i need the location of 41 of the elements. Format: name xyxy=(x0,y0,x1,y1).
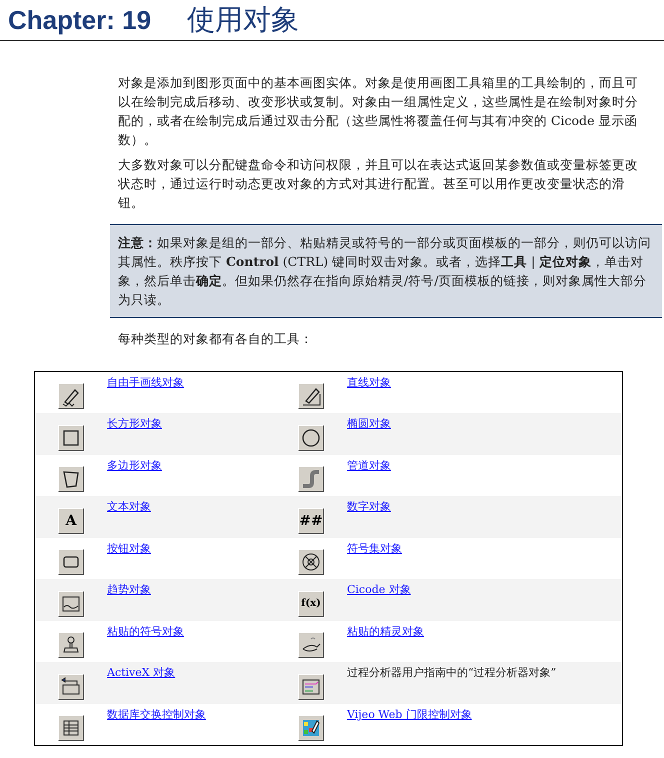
chapter-title: 使用对象 xyxy=(187,4,300,36)
grid-icon xyxy=(58,715,84,742)
pencil-icon xyxy=(58,383,84,410)
tool-link[interactable]: 粘贴的精灵对象 xyxy=(347,620,424,640)
pencil-icon xyxy=(298,383,324,410)
tool-link[interactable]: 管道对象 xyxy=(347,454,391,474)
tool-link[interactable]: 自由手画线对象 xyxy=(107,372,184,392)
tool-link[interactable]: 多边形对象 xyxy=(107,454,162,474)
colorful-grid-icon xyxy=(298,715,324,742)
tool-link[interactable]: 符号集对象 xyxy=(347,538,402,558)
tool-link[interactable]: 数据库交换控制对象 xyxy=(107,704,206,724)
chart-window-icon xyxy=(298,674,324,700)
tool-link[interactable]: 直线对象 xyxy=(347,372,391,392)
polygon-icon xyxy=(58,466,84,492)
tool-link[interactable]: 长方形对象 xyxy=(107,413,162,433)
tool-link[interactable]: 数字对象 xyxy=(347,496,391,516)
body-paragraph: 对象是添加到图形页面中的基本画图实体。对象是使用画图工具箱里的工具绘制的，而且可以在绘制完成后移动、改变形状或复制。对象由一组属性定义，这些属性是在绘制对象时分配的，或者在绘制完成后通过双击分配（这些属性将覆盖任何与其有冲突的 Cicode 显示函数）。 xyxy=(118,74,639,149)
pipe-icon xyxy=(298,466,324,492)
trend-icon xyxy=(58,590,84,617)
tool-text: 过程分析器用户指南中的“过程分析器对象” xyxy=(347,665,556,682)
intro-text: 每种类型的对象都有各自的工具： xyxy=(117,330,314,348)
lamp-icon xyxy=(298,632,324,658)
square-icon xyxy=(58,424,84,451)
tool-link[interactable]: Vijeo Web 门限控制对象 xyxy=(347,704,472,724)
chapter-number: Chapter: 19 xyxy=(8,4,152,36)
tool-link[interactable]: ActiveX 对象 xyxy=(107,662,176,682)
stamp-icon xyxy=(58,632,84,658)
tool-link[interactable]: 文本对象 xyxy=(107,496,151,516)
hash-icon: ## xyxy=(298,508,324,534)
body-paragraph: 大多数对象可以分配键盘命令和访问权限，并且可以在表达式返回某参数值或变量标签更改状态时，通过运行时动态更改对象的方式对其进行配置。甚至可以用作更改变量状态的滑钮。 xyxy=(118,156,639,212)
button-icon xyxy=(58,549,84,576)
tool-link[interactable]: Cicode 对象 xyxy=(347,579,411,599)
tool-link[interactable]: 趋势对象 xyxy=(107,579,151,599)
letter-icon: A xyxy=(58,508,84,534)
symbol-set-icon xyxy=(298,549,324,576)
control-icon xyxy=(58,674,84,700)
function-icon: f(x) xyxy=(298,590,324,617)
tool-link[interactable]: 粘贴的符号对象 xyxy=(107,620,184,640)
tool-link[interactable]: 按钮对象 xyxy=(107,538,151,558)
note-paragraph: 注意：如果对象是组的一部分、粘贴精灵或符号的一部分或页面模板的一部分，则仍可以访问其属性。秩序按下 Control (CTRL) 键同时双击对象。或者，选择工具 | 定位对象，单击对象，然后单击确定。但如果仍然存在指向原始精灵/符号/页面模板的链接，则对象属性大部分为只读。 xyxy=(118,234,652,309)
tool-link[interactable]: 椭圆对象 xyxy=(347,413,391,433)
